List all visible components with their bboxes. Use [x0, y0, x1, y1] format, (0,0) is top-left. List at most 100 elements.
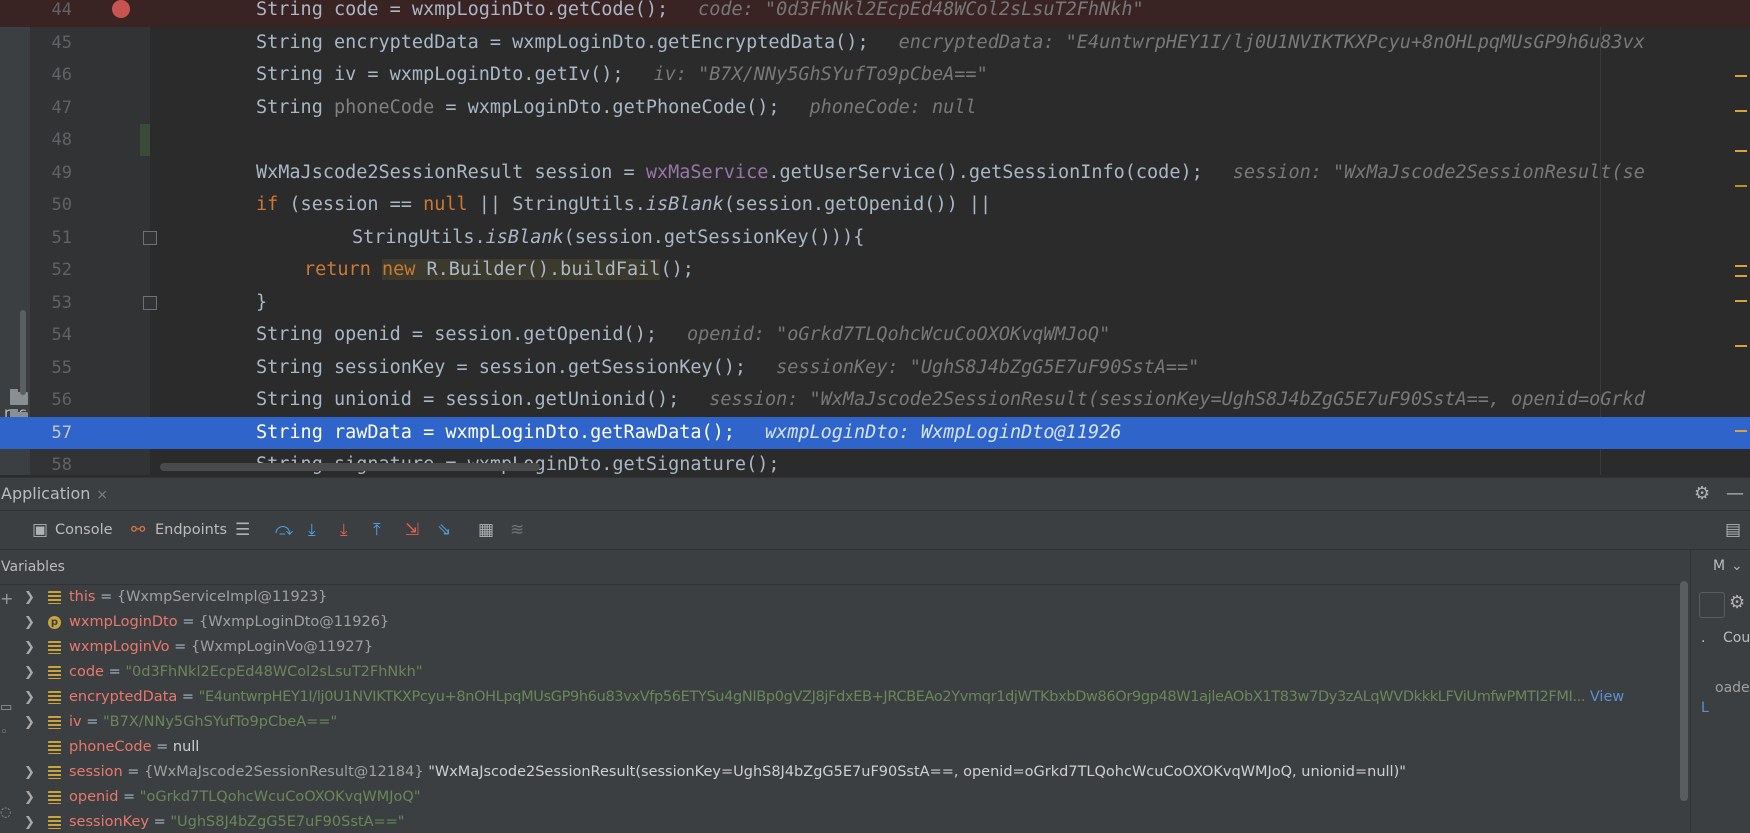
expand-icon[interactable]: ❯ [24, 785, 35, 810]
code-line-44[interactable]: 44 String code = wxmpLoginDto.getCode();… [0, 0, 1750, 27]
step-out-icon[interactable]: ⤒ [373, 511, 381, 549]
code-line-56[interactable]: 56 String unionid = session.getUnionid()… [0, 384, 1750, 417]
chevron-down-icon[interactable]: ⌄ [1731, 558, 1743, 574]
code-editor[interactable]: res 44 String code = wxmpLoginDto.getCod… [0, 0, 1750, 475]
error-stripe-marker[interactable] [1735, 265, 1747, 267]
code-line-55[interactable]: 55 String sessionKey = session.getSessio… [0, 352, 1750, 385]
field-icon [48, 641, 61, 654]
error-stripe-marker[interactable] [1735, 150, 1747, 152]
drop-frame-icon[interactable]: ⇲ [405, 511, 419, 549]
tab-console[interactable]: Console [55, 511, 113, 549]
variable-row-openid[interactable]: ❯ openid = "oGrkd7TLQohcWcuCoOXOKvqWMJoQ… [0, 785, 1680, 810]
variable-row-iv[interactable]: ❯ iv = "B7X/NNy5GhSYufTo9pCbeA==" [0, 710, 1680, 735]
error-stripe-marker[interactable] [1735, 345, 1747, 347]
force-step-into-icon[interactable]: ⤓ [340, 511, 348, 549]
layout-icon[interactable]: ▤ [1725, 511, 1741, 549]
code-line-52[interactable]: 52 return new R.Builder().buildFail(); [0, 254, 1750, 287]
code-line-53[interactable]: 53 } [0, 287, 1750, 320]
code-text: String rawData = wxmpLoginDto.getRawData… [256, 421, 1122, 443]
search-box[interactable] [1699, 592, 1725, 618]
variable-row-session[interactable]: ❯ session = {WxMaJscode2SessionResult@12… [0, 760, 1680, 785]
endpoints-icon: ⚯ [131, 520, 146, 540]
side-label-cou: Cou [1723, 630, 1750, 646]
code-text: String unionid = session.getUnionid(); se… [256, 389, 1645, 410]
run-to-cursor-icon[interactable]: ⇘ [437, 511, 451, 549]
error-stripe-marker[interactable] [1735, 110, 1747, 112]
field-icon [48, 716, 61, 729]
editor-horizontal-scrollbar[interactable] [160, 463, 540, 471]
line-number: 47 [51, 97, 72, 118]
code-line-51[interactable]: 51 StringUtils.isBlank(session.getSessio… [0, 222, 1750, 255]
variable-row-this[interactable]: ❯ this = {WxmpServiceImpl@11923} [0, 585, 1680, 610]
line-number: 44 [51, 0, 72, 20]
variable-row-wxmpLoginDto[interactable]: ❯ p wxmpLoginDto = {WxmpLoginDto@11926} [0, 610, 1680, 635]
error-stripe-marker[interactable] [1735, 430, 1747, 432]
step-into-icon[interactable]: ⤓ [308, 511, 316, 549]
side-label-l[interactable]: L [1701, 700, 1709, 716]
code-line-47[interactable]: 47 String phoneCode = wxmpLoginDto.getPh… [0, 92, 1750, 125]
minimize-icon[interactable]: — [1726, 483, 1744, 504]
watches-side-panel: M ⌄ ⚙ . Cou oaded. L [1690, 550, 1750, 833]
variable-row-sessionKey[interactable]: ❯ sessionKey = "UghS8J4bZgG5E7uF90SstA==… [0, 810, 1680, 833]
expand-icon[interactable]: ❯ [24, 810, 35, 833]
expand-icon[interactable]: ❯ [24, 585, 35, 610]
code-text: String signature = wxmpLoginDto.getSigna… [256, 454, 780, 475]
evaluate-expression-icon[interactable]: ▦ [478, 511, 494, 549]
gear-icon[interactable]: ⚙ [1694, 483, 1710, 504]
code-line-49[interactable]: 49 WxMaJscode2SessionResult session = wx… [0, 157, 1750, 190]
error-stripe-marker[interactable] [1735, 75, 1747, 77]
expand-icon[interactable]: ❯ [24, 710, 35, 735]
variables-scrollbar[interactable] [1680, 581, 1688, 801]
code-text: String phoneCode = wxmpLoginDto.getPhone… [256, 96, 977, 118]
code-line-46[interactable]: 46 String iv = wxmpLoginDto.getIv(); iv: … [0, 59, 1750, 92]
breakpoint-icon[interactable] [112, 0, 130, 18]
debug-header: Application × ⚙ — [0, 478, 1750, 511]
gear-icon[interactable]: ⚙ [1729, 592, 1745, 613]
close-tab-icon[interactable]: × [96, 487, 108, 503]
code-line-58[interactable]: 58 String signature = wxmpLoginDto.getSi… [0, 449, 1750, 475]
line-number: 53 [51, 292, 72, 313]
expand-icon[interactable]: ❯ [24, 635, 35, 660]
tab-endpoints[interactable]: Endpoints [155, 511, 227, 549]
fold-icon[interactable] [143, 295, 157, 310]
field-icon [48, 691, 61, 704]
code-line-48[interactable]: 48 [0, 124, 1750, 157]
tab-application[interactable]: Application × [0, 478, 108, 510]
variable-row-wxmpLoginVo[interactable]: ❯ wxmpLoginVo = {WxmpLoginVo@11927} [0, 635, 1680, 660]
expand-icon[interactable]: ❯ [24, 610, 35, 635]
code-line-54[interactable]: 54 String openid = session.getOpenid(); o… [0, 319, 1750, 352]
error-stripe-marker[interactable] [1735, 300, 1747, 302]
expand-icon[interactable]: ❯ [24, 685, 35, 710]
variable-row-code[interactable]: ❯ code = "0d3FhNkl2EcpEd48WCol2sLsuT2FhN… [0, 660, 1680, 685]
side-dot: . [1701, 630, 1706, 646]
field-icon [48, 791, 61, 804]
variable-row-encryptedData[interactable]: ❯ encryptedData = "E4untwrpHEY1I/lj0U1NV… [0, 685, 1680, 710]
line-number: 45 [51, 32, 72, 53]
code-line-57-current[interactable]: 57 String rawData = wxmpLoginDto.getRawD… [0, 416, 1750, 449]
expand-icon[interactable]: ❯ [24, 760, 35, 785]
field-icon [48, 766, 61, 779]
variable-row-phoneCode[interactable]: phoneCode = null [0, 735, 1680, 760]
menu-icon[interactable]: ☰ [235, 511, 250, 549]
fold-icon[interactable] [143, 230, 157, 245]
console-icon: ▣ [32, 520, 49, 540]
code-text: if (session == null || StringUtils.isBla… [256, 194, 992, 215]
debug-tool-window: Application × ⚙ — ▣ Console ⚯ Endpoints ☰… [0, 477, 1750, 833]
view-link[interactable]: View [1590, 689, 1624, 705]
field-icon [48, 666, 61, 679]
line-number: 57 [51, 422, 72, 443]
line-number: 51 [51, 227, 72, 248]
line-number: 56 [51, 390, 72, 410]
error-stripe-marker[interactable] [1735, 185, 1747, 187]
expand-icon[interactable]: ❯ [24, 660, 35, 685]
code-line-45[interactable]: 45 String encryptedData = wxmpLoginDto.g… [0, 27, 1750, 60]
error-stripe-marker[interactable] [1735, 275, 1747, 277]
variables-title: Variables [1, 559, 65, 575]
variables-tree: ❯ this = {WxmpServiceImpl@11923} ❯ p wxm… [0, 585, 1680, 833]
trace-icon[interactable]: ≋ [510, 511, 524, 549]
line-number: 46 [51, 65, 72, 85]
code-line-50[interactable]: 50 if (session == null || StringUtils.is… [0, 189, 1750, 222]
step-over-icon[interactable]: ⤼ [275, 511, 293, 549]
line-number: 54 [51, 325, 72, 345]
field-icon [48, 741, 61, 754]
